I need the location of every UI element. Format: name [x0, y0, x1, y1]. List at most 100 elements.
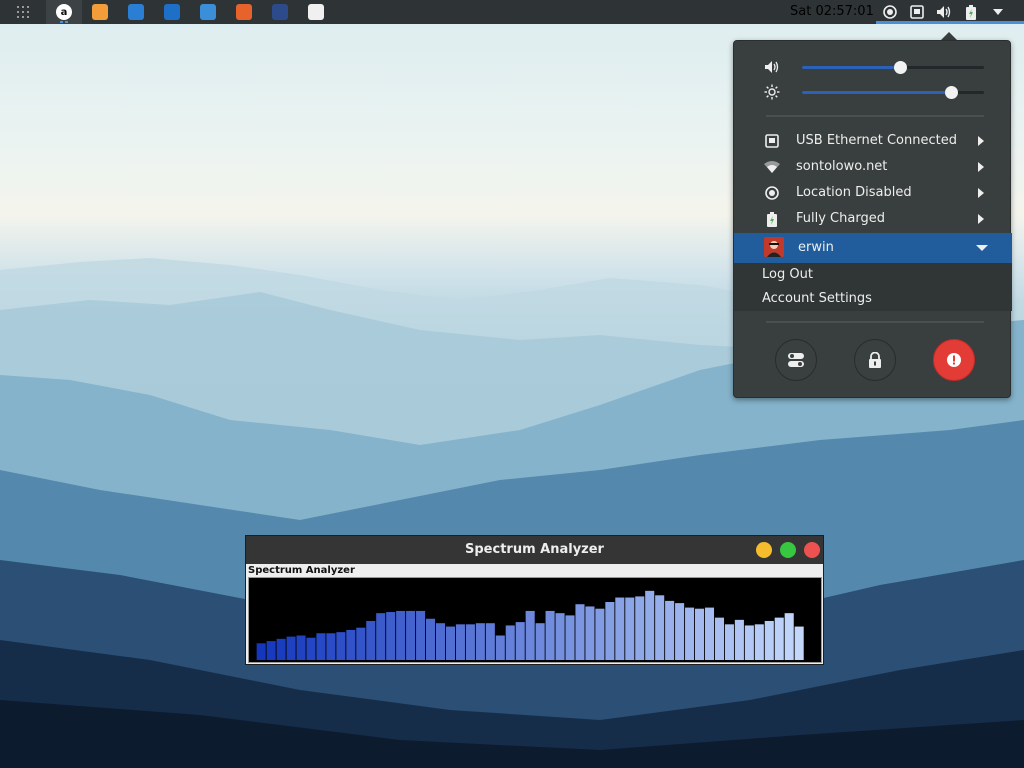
chevron-right-icon — [978, 162, 984, 172]
spectrum-bar — [525, 610, 535, 661]
location-icon — [764, 185, 780, 201]
settings-icon — [788, 353, 804, 367]
spectrum-bar — [485, 623, 495, 661]
spectrum-bar — [714, 617, 724, 661]
volume-slider-row — [734, 57, 1012, 77]
spectrum-bar — [495, 635, 505, 661]
spectrum-bar — [595, 608, 605, 661]
spectrum-bar — [475, 623, 485, 661]
brightness-slider-knob[interactable] — [945, 86, 959, 99]
lock-icon — [869, 352, 881, 368]
spectrum-bar — [286, 636, 296, 661]
spectrum-bar — [615, 597, 625, 661]
spectrum-bar — [675, 603, 685, 661]
software-icon — [164, 4, 180, 20]
brightness-slider-fill — [802, 91, 952, 94]
browser-icon — [200, 4, 216, 20]
dock-app-files[interactable] — [82, 0, 118, 24]
app-grid-icon — [17, 6, 29, 18]
spectrum-analyzer-window: Spectrum Analyzer Spectrum Analyzer — [245, 535, 824, 665]
system-menu: USB Ethernet Connected sontolowo.net Loc… — [733, 40, 1012, 398]
dock-app-amazon[interactable]: a — [46, 0, 82, 24]
spectrum-bar — [555, 613, 565, 661]
dock-app-settings[interactable] — [262, 0, 298, 24]
spectrum-bar — [515, 622, 525, 661]
spectrum-bar — [326, 633, 336, 661]
dock-app-firefox[interactable] — [226, 0, 262, 24]
dock-app-software[interactable] — [154, 0, 190, 24]
maximize-button[interactable] — [780, 542, 796, 558]
settings-button[interactable] — [775, 339, 817, 381]
dock: a — [46, 0, 334, 24]
user-submenu: Log Out Account Settings — [734, 263, 1012, 311]
menu-item-label: Location Disabled — [796, 185, 912, 200]
spectrum-bar — [744, 625, 754, 661]
spectrum-bar — [336, 632, 346, 661]
volume-slider[interactable] — [802, 61, 984, 74]
spectrum-bar — [625, 597, 635, 661]
spectrum-bar — [694, 608, 705, 661]
chevron-right-icon — [978, 188, 984, 198]
separator — [766, 321, 984, 323]
account-settings-item[interactable]: Account Settings — [762, 291, 872, 306]
files-icon — [92, 4, 108, 20]
menu-item-label: Fully Charged — [796, 211, 885, 226]
avatar — [764, 237, 784, 257]
spectrum-bar — [774, 617, 784, 661]
spectrum-bar — [455, 624, 465, 661]
spectrum-bar — [764, 620, 774, 661]
separator — [766, 115, 984, 117]
log-out-item[interactable]: Log Out — [762, 267, 813, 282]
brightness-slider[interactable] — [802, 86, 984, 99]
menu-item-label: USB Ethernet Connected — [796, 133, 957, 148]
spectrum-bar — [386, 612, 396, 661]
power-button[interactable] — [933, 339, 975, 381]
running-indicator — [60, 21, 68, 23]
spectrum-bar — [346, 629, 356, 661]
power-icon — [947, 353, 961, 367]
spectrum-bar — [734, 619, 744, 661]
menu-item-label: sontolowo.net — [796, 159, 888, 174]
minimize-button[interactable] — [756, 542, 772, 558]
spectrum-bar — [784, 613, 794, 661]
spectrum-bar — [585, 606, 595, 661]
spectrum-bar — [276, 638, 286, 661]
spectrum-bar — [575, 604, 585, 661]
show-applications-button[interactable] — [0, 0, 46, 24]
battery-icon — [764, 211, 780, 227]
spectrum-bar — [665, 600, 675, 661]
menu-item-wifi[interactable]: sontolowo.net — [734, 154, 1012, 180]
color-picker-icon — [308, 4, 324, 20]
spectrum-bar — [535, 623, 545, 661]
menu-item-battery[interactable]: Fully Charged — [734, 206, 1012, 232]
spectrum-bar — [266, 641, 276, 661]
dock-app-color-picker[interactable] — [298, 0, 334, 24]
spectrum-bar — [724, 624, 734, 661]
spectrum-bar — [605, 602, 615, 661]
user-menu-item[interactable]: erwin — [734, 233, 1012, 263]
spectrum-bar — [445, 626, 456, 661]
lock-button[interactable] — [854, 339, 896, 381]
spectrum-bar — [505, 625, 515, 661]
volume-icon — [765, 61, 779, 73]
close-button[interactable] — [804, 542, 820, 558]
spectrum-bar — [794, 626, 804, 661]
spectrum-bar — [366, 620, 376, 661]
volume-slider-knob[interactable] — [894, 61, 908, 74]
spectrum-label: Spectrum Analyzer — [248, 565, 355, 576]
screenshot-icon — [128, 4, 144, 20]
spectrum-bar — [425, 618, 436, 661]
wifi-icon — [764, 159, 780, 175]
menu-item-ethernet[interactable]: USB Ethernet Connected — [734, 128, 1012, 154]
dock-app-browser[interactable] — [190, 0, 226, 24]
menu-item-location[interactable]: Location Disabled — [734, 180, 1012, 206]
spectrum-bar — [396, 610, 406, 661]
spectrum-bar — [704, 607, 715, 661]
clock[interactable]: Sat 02:57:01 — [790, 4, 874, 19]
chevron-down-icon — [976, 245, 988, 251]
dock-app-screenshot[interactable] — [118, 0, 154, 24]
spectrum-bar — [465, 624, 475, 661]
spectrum-bar — [296, 635, 306, 661]
chevron-right-icon — [978, 214, 984, 224]
firefox-icon — [236, 4, 252, 20]
